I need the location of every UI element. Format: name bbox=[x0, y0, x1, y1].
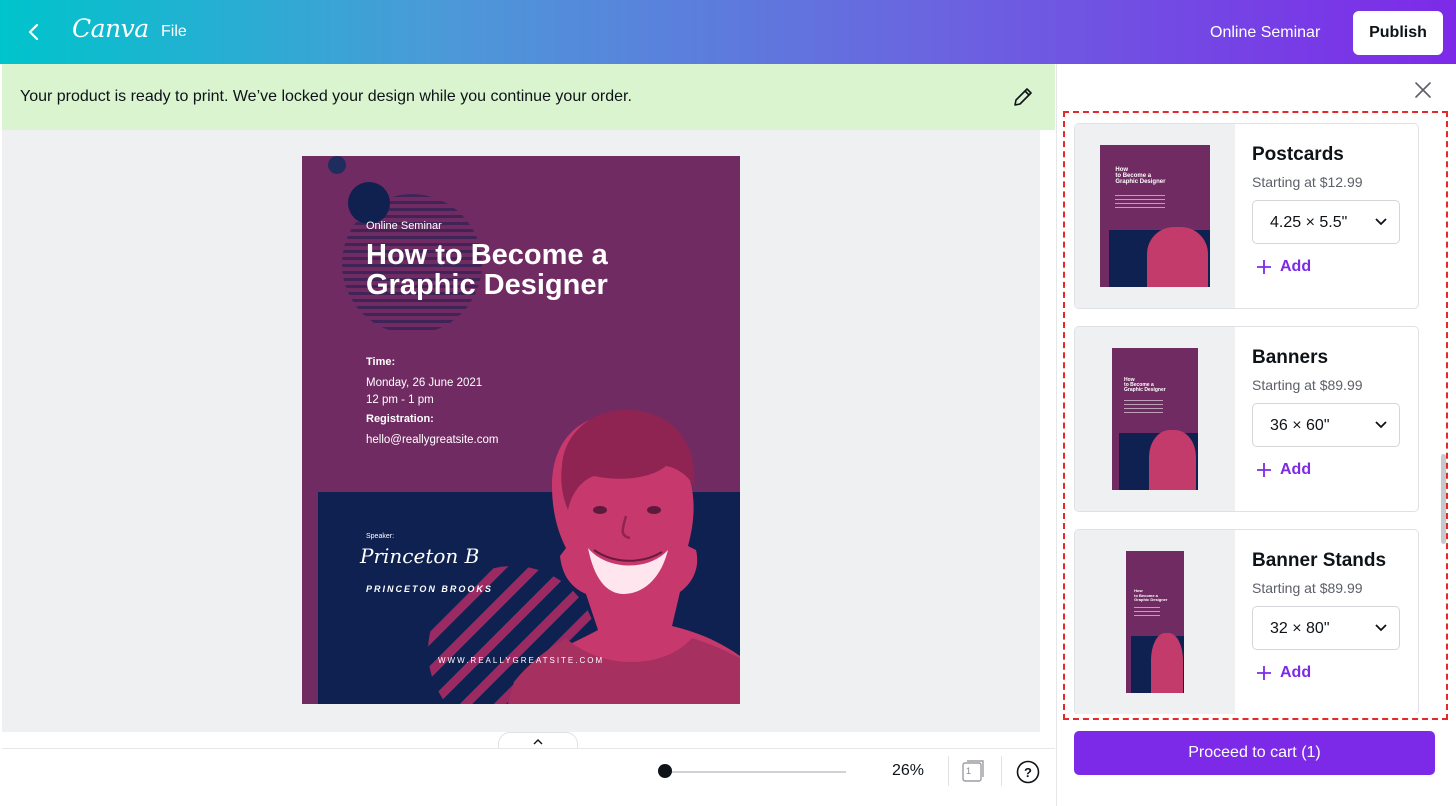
zoom-slider-track[interactable] bbox=[664, 771, 846, 773]
highlight-frame bbox=[1063, 111, 1448, 720]
file-menu[interactable]: File bbox=[161, 23, 187, 41]
poster-date: Monday, 26 June 2021 bbox=[366, 377, 483, 389]
close-icon[interactable] bbox=[1413, 80, 1433, 100]
poster-signature: Princeton B bbox=[360, 544, 480, 568]
poster-time-label: Time: bbox=[366, 356, 396, 368]
page-number: 1 bbox=[966, 766, 972, 776]
poster-subtitle: Online Seminar bbox=[366, 220, 442, 232]
poster-speaker-name: PRINCETON BROOKS bbox=[366, 584, 493, 594]
poster-dot-small bbox=[328, 156, 346, 174]
help-icon[interactable]: ? bbox=[1016, 760, 1040, 784]
chevron-left-icon[interactable] bbox=[20, 18, 48, 46]
poster-email: hello@reallygreatsite.com bbox=[366, 434, 499, 446]
toolbar-divider bbox=[948, 756, 949, 786]
canva-logo[interactable]: Canva bbox=[72, 14, 149, 43]
pencil-icon[interactable] bbox=[1010, 84, 1036, 110]
help-label: ? bbox=[1024, 765, 1032, 780]
panel-scrollbar[interactable] bbox=[1441, 454, 1446, 544]
poster-hours: 12 pm - 1 pm bbox=[366, 394, 434, 406]
top-bar: Canva File Online Seminar Publish bbox=[0, 0, 1456, 64]
poster-website: WWW.REALLYGREATSITE.COM bbox=[438, 656, 605, 665]
proceed-to-cart-button[interactable]: Proceed to cart (1) bbox=[1074, 731, 1435, 775]
chevron-up-icon[interactable] bbox=[533, 738, 543, 746]
zoom-level[interactable]: 26% bbox=[892, 762, 924, 780]
poster-registration-label: Registration: bbox=[366, 413, 434, 425]
print-ready-notice: Your product is ready to print. We’ve lo… bbox=[2, 64, 1055, 130]
poster-dot-large bbox=[348, 182, 390, 224]
design-canvas-area: Online Seminar How to Become a Graphic D… bbox=[2, 130, 1040, 732]
poster-design[interactable]: Online Seminar How to Become a Graphic D… bbox=[302, 156, 740, 704]
toolbar-divider bbox=[1001, 756, 1002, 786]
publish-button[interactable]: Publish bbox=[1353, 11, 1443, 55]
design-title[interactable]: Online Seminar bbox=[1210, 24, 1320, 42]
poster-speaker-label: Speaker: bbox=[366, 533, 395, 540]
notice-text: Your product is ready to print. We’ve lo… bbox=[20, 88, 632, 105]
poster-title: How to Become a Graphic Designer bbox=[366, 239, 608, 301]
zoom-slider-handle[interactable] bbox=[658, 764, 672, 778]
